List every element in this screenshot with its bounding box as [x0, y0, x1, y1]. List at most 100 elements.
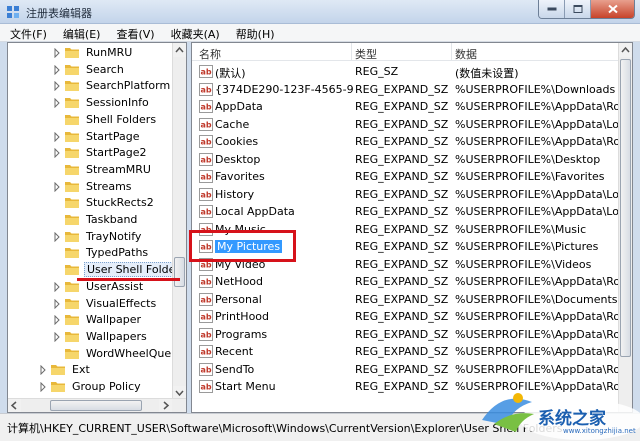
tree-vertical-scrollbar[interactable] [172, 43, 186, 400]
tree-item[interactable]: Wallpapers [53, 328, 149, 345]
expand-arrow-icon[interactable] [53, 181, 61, 192]
expand-arrow-icon[interactable] [53, 47, 61, 58]
svg-text:ab: ab [201, 331, 212, 340]
expand-arrow-icon[interactable] [53, 298, 61, 309]
value-type: REG_EXPAND_SZ [355, 363, 449, 376]
value-row[interactable]: ab Favorites REG_EXPAND_SZ %USERPROFILE%\Fa… [192, 168, 632, 185]
menu-view[interactable]: 查看(V) [106, 24, 160, 41]
column-header-data[interactable]: 数据 [455, 46, 477, 62]
tree-item[interactable]: TrayNotify [53, 228, 143, 245]
value-row[interactable]: ab History REG_EXPAND_SZ %USERPROFILE%\AppD… [192, 186, 632, 203]
list-scroll-thumb[interactable] [620, 59, 631, 357]
svg-text:ab: ab [201, 348, 212, 357]
tree-item[interactable]: Ext [39, 361, 92, 378]
value-row[interactable]: ab Cookies REG_EXPAND_SZ %USERPROFILE%\AppD… [192, 133, 632, 150]
value-row[interactable]: ab AppData REG_EXPAND_SZ %USERPROFILE%\AppD… [192, 98, 632, 115]
value-row[interactable]: ab (默认) REG_SZ (数值未设置) [192, 63, 632, 80]
value-row[interactable]: ab PrintHood REG_EXPAND_SZ %USERPROFILE%\Ap… [192, 308, 632, 325]
folder-icon [65, 299, 79, 309]
expand-arrow-icon[interactable] [53, 331, 61, 342]
maximize-button[interactable] [565, 0, 591, 18]
value-row[interactable]: ab SendTo REG_EXPAND_SZ %USERPROFILE%\AppDa… [192, 361, 632, 378]
minimize-button[interactable] [539, 0, 565, 18]
expand-arrow-icon[interactable] [53, 64, 61, 75]
value-row[interactable]: ab Desktop REG_EXPAND_SZ %USERPROFILE%\Desk… [192, 151, 632, 168]
value-row[interactable]: ab{374DE290-123F-4565-916...REG_EXPAND_S… [192, 81, 632, 98]
expand-arrow-icon[interactable] [53, 97, 61, 108]
tree-item[interactable]: TypedPaths [53, 244, 150, 261]
scroll-left-button[interactable] [8, 399, 21, 412]
svg-text:ab: ab [201, 383, 212, 392]
close-button[interactable] [591, 0, 634, 18]
list-vertical-scrollbar[interactable] [618, 43, 632, 412]
value-row[interactable]: ab Local AppData REG_EXPAND_SZ %USERPROFILE… [192, 203, 632, 220]
tree-horizontal-scrollbar[interactable] [8, 398, 186, 412]
tree-scroll-thumb[interactable] [174, 257, 185, 287]
expand-arrow-icon[interactable] [53, 231, 61, 242]
menu-favorites[interactable]: 收藏夹(A) [161, 24, 226, 41]
expand-arrow-icon[interactable] [39, 381, 47, 392]
tree-item-label: UserAssist [86, 280, 144, 293]
tree-item[interactable]: Taskband [53, 211, 139, 228]
svg-text:ab: ab [201, 156, 212, 165]
key-tree-pane[interactable]: RunMRU Search SearchPlatform SessionInfo She… [7, 42, 187, 413]
list-scroll-up-button[interactable] [619, 43, 632, 57]
column-header-type[interactable]: 类型 [355, 46, 377, 62]
svg-text:ab: ab [201, 191, 212, 200]
folder-icon [65, 98, 79, 108]
menu-file[interactable]: 文件(F) [0, 24, 53, 41]
expand-arrow-icon[interactable] [53, 80, 61, 91]
tree-item[interactable]: RunMRU [53, 44, 134, 61]
expand-arrow-icon[interactable] [39, 364, 47, 375]
chevron-right-icon [163, 401, 170, 410]
tree-item[interactable]: StartPage [53, 128, 142, 145]
value-name: PrintHood [215, 310, 270, 323]
svg-text:ab: ab [201, 103, 212, 112]
tree-item[interactable]: StuckRects2 [53, 194, 156, 211]
folder-icon [65, 282, 79, 292]
tree-item[interactable]: User Shell Folders [53, 261, 186, 278]
tree-item[interactable]: Search [53, 61, 126, 78]
tree-item[interactable]: SearchPlatform [53, 77, 172, 94]
expand-arrow-icon[interactable] [53, 314, 61, 325]
scroll-up-button[interactable] [173, 43, 186, 57]
value-list-pane[interactable]: 名称 类型 数据 ab (默认) REG_SZ (数值未设置) ab {374DE290-… [191, 42, 633, 413]
value-row[interactable]: ab Cache REG_EXPAND_SZ %USERPROFILE%\AppDat… [192, 116, 632, 133]
tree-item[interactable]: Shell Folders [53, 111, 158, 128]
tree-item[interactable]: StreamMRU [53, 161, 153, 178]
menu-help[interactable]: 帮助(H) [226, 24, 281, 41]
value-row[interactable]: ab Recent REG_EXPAND_SZ %USERPROFILE%\AppDa… [192, 343, 632, 360]
tree-item[interactable]: SessionInfo [53, 94, 151, 111]
svg-text:ab: ab [201, 296, 212, 305]
tree-item[interactable]: VisualEffects [53, 295, 158, 312]
tree-item[interactable]: Group Policy [39, 378, 143, 395]
tree-item[interactable]: Streams [53, 178, 134, 195]
tree-item-label: StartPage [86, 130, 140, 143]
expand-arrow-icon[interactable] [53, 147, 61, 158]
string-value-icon: ab [199, 118, 213, 131]
string-value-icon: ab [199, 345, 213, 358]
value-type: REG_EXPAND_SZ [355, 170, 449, 183]
tree-hscroll-thumb[interactable] [50, 400, 142, 411]
value-type: REG_EXPAND_SZ [355, 205, 449, 218]
tree-item[interactable]: Wallpaper [53, 311, 143, 328]
string-value-icon: ab [199, 275, 213, 288]
expand-arrow-icon[interactable] [53, 281, 61, 292]
scroll-right-button[interactable] [159, 399, 172, 412]
regedit-icon [7, 6, 19, 18]
tree-item[interactable]: WordWheelQuery [53, 345, 184, 362]
string-value-icon: ab [199, 205, 213, 218]
value-data: %USERPROFILE%\AppData\Roam [455, 275, 619, 288]
value-row[interactable]: ab Programs REG_EXPAND_SZ %USERPROFILE%\App… [192, 326, 632, 343]
value-row[interactable]: ab NetHood REG_EXPAND_SZ %USERPROFILE%\AppD… [192, 273, 632, 290]
column-header-name[interactable]: 名称 [199, 46, 221, 62]
value-row[interactable]: ab Personal REG_EXPAND_SZ %USERPROFILE%\Doc… [192, 291, 632, 308]
folder-icon [65, 165, 79, 175]
expand-arrow-icon[interactable] [53, 131, 61, 142]
window-controls [538, 0, 635, 19]
minimize-icon [547, 7, 556, 11]
menu-edit[interactable]: 编辑(E) [53, 24, 107, 41]
tree-item[interactable]: StartPage2 [53, 144, 149, 161]
string-value-icon: ab [199, 328, 213, 341]
